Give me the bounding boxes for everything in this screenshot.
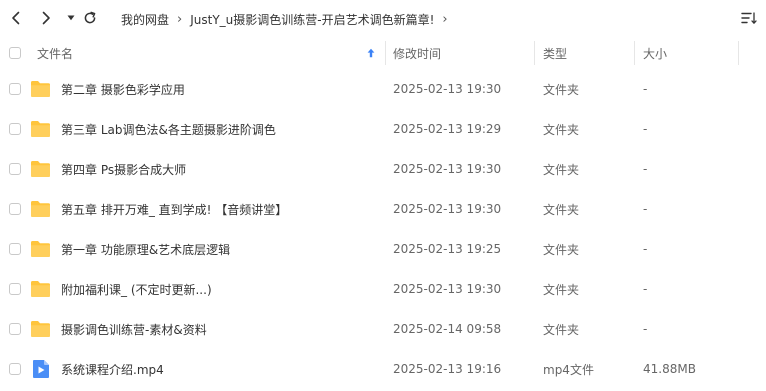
column-divider[interactable] bbox=[634, 41, 635, 65]
row-checkbox[interactable] bbox=[9, 203, 21, 215]
table-row[interactable]: 第二章 摄影色彩学应用 2025-02-13 19:30 文件夹 - bbox=[0, 69, 766, 109]
file-modified: 2025-02-13 19:30 bbox=[393, 82, 502, 96]
file-type: 文件夹 bbox=[543, 82, 580, 97]
file-type: mp4文件 bbox=[543, 362, 594, 377]
file-size: - bbox=[643, 282, 648, 296]
chevron-left-icon[interactable] bbox=[7, 9, 25, 27]
table-row[interactable]: 第三章 Lab调色法&各主题摄影进阶调色 2025-02-13 19:29 文件… bbox=[0, 109, 766, 149]
table-row[interactable]: 摄影调色训练营-素材&资料 2025-02-14 09:58 文件夹 - bbox=[0, 309, 766, 349]
file-modified: 2025-02-13 19:29 bbox=[393, 122, 502, 136]
column-header-type[interactable]: 类型 bbox=[543, 38, 567, 68]
chevron-right-icon[interactable] bbox=[37, 9, 55, 27]
file-type: 文件夹 bbox=[543, 122, 580, 137]
column-divider[interactable] bbox=[738, 41, 739, 65]
file-size: 41.88MB bbox=[643, 362, 696, 376]
file-type: 文件夹 bbox=[543, 202, 580, 217]
file-name: 系统课程介绍.mp4 bbox=[61, 362, 164, 377]
folder-icon bbox=[31, 81, 50, 97]
file-size: - bbox=[643, 122, 648, 136]
file-type: 文件夹 bbox=[543, 162, 580, 177]
folder-icon bbox=[31, 321, 50, 337]
table-row[interactable]: 附加福利课_ (不定时更新...) 2025-02-13 19:30 文件夹 - bbox=[0, 269, 766, 309]
file-size: - bbox=[643, 202, 648, 216]
folder-icon bbox=[31, 201, 50, 217]
row-checkbox[interactable] bbox=[9, 323, 21, 335]
file-modified: 2025-02-13 19:30 bbox=[393, 202, 502, 216]
file-name: 第五章 排开万难_ 直到学成! 【音频讲堂】 bbox=[61, 202, 288, 217]
breadcrumb-separator-icon: › bbox=[442, 11, 448, 27]
folder-icon bbox=[31, 121, 50, 137]
file-list-header: 文件名 修改时间 类型 大小 bbox=[0, 38, 766, 68]
file-type: 文件夹 bbox=[543, 282, 580, 297]
breadcrumb-item-current[interactable]: JustY_u摄影调色训练营-开启艺术调色新篇章! bbox=[190, 11, 434, 28]
select-all-checkbox[interactable] bbox=[9, 47, 21, 59]
table-row[interactable]: 第四章 Ps摄影合成大师 2025-02-13 19:30 文件夹 - bbox=[0, 149, 766, 189]
column-header-name[interactable]: 文件名 bbox=[37, 38, 73, 68]
row-checkbox[interactable] bbox=[9, 243, 21, 255]
table-row[interactable]: 系统课程介绍.mp4 2025-02-13 19:16 mp4文件 41.88M… bbox=[0, 349, 766, 389]
file-modified: 2025-02-13 19:16 bbox=[393, 362, 502, 376]
breadcrumb-separator-icon: › bbox=[177, 11, 183, 27]
file-size: - bbox=[643, 82, 648, 96]
caret-down-icon[interactable] bbox=[62, 9, 80, 27]
row-checkbox[interactable] bbox=[9, 123, 21, 135]
row-checkbox[interactable] bbox=[9, 283, 21, 295]
toolbar: 我的网盘 › JustY_u摄影调色训练营-开启艺术调色新篇章! › bbox=[0, 0, 766, 38]
sort-lines-icon[interactable] bbox=[740, 9, 758, 27]
refresh-icon[interactable] bbox=[81, 9, 99, 27]
folder-icon bbox=[31, 161, 50, 177]
file-name: 附加福利课_ (不定时更新...) bbox=[61, 282, 212, 297]
file-size: - bbox=[643, 322, 648, 336]
row-checkbox[interactable] bbox=[9, 363, 21, 375]
file-type: 文件夹 bbox=[543, 322, 580, 337]
file-name: 第二章 摄影色彩学应用 bbox=[61, 82, 185, 97]
sort-up-arrow-icon[interactable] bbox=[367, 38, 375, 68]
breadcrumb-item-root[interactable]: 我的网盘 bbox=[121, 11, 169, 28]
row-checkbox[interactable] bbox=[9, 83, 21, 95]
video-file-icon bbox=[33, 360, 49, 378]
column-header-size[interactable]: 大小 bbox=[643, 38, 667, 68]
file-modified: 2025-02-13 19:30 bbox=[393, 162, 502, 176]
column-divider[interactable] bbox=[385, 41, 386, 65]
file-modified: 2025-02-13 19:25 bbox=[393, 242, 502, 256]
folder-icon bbox=[31, 281, 50, 297]
row-checkbox[interactable] bbox=[9, 163, 21, 175]
file-name: 摄影调色训练营-素材&资料 bbox=[61, 322, 207, 337]
table-row[interactable]: 第一章 功能原理&艺术底层逻辑 2025-02-13 19:25 文件夹 - bbox=[0, 229, 766, 269]
column-divider[interactable] bbox=[534, 41, 535, 65]
file-name: 第一章 功能原理&艺术底层逻辑 bbox=[61, 242, 231, 257]
table-row[interactable]: 第五章 排开万难_ 直到学成! 【音频讲堂】 2025-02-13 19:30 … bbox=[0, 189, 766, 229]
folder-icon bbox=[31, 241, 50, 257]
breadcrumb: 我的网盘 › JustY_u摄影调色训练营-开启艺术调色新篇章! › bbox=[121, 10, 456, 28]
file-modified: 2025-02-13 19:30 bbox=[393, 282, 502, 296]
file-size: - bbox=[643, 162, 648, 176]
file-size: - bbox=[643, 242, 648, 256]
file-name: 第三章 Lab调色法&各主题摄影进阶调色 bbox=[61, 122, 276, 137]
file-modified: 2025-02-14 09:58 bbox=[393, 322, 502, 336]
file-type: 文件夹 bbox=[543, 242, 580, 257]
file-name: 第四章 Ps摄影合成大师 bbox=[61, 162, 187, 177]
column-header-modified[interactable]: 修改时间 bbox=[393, 38, 441, 68]
